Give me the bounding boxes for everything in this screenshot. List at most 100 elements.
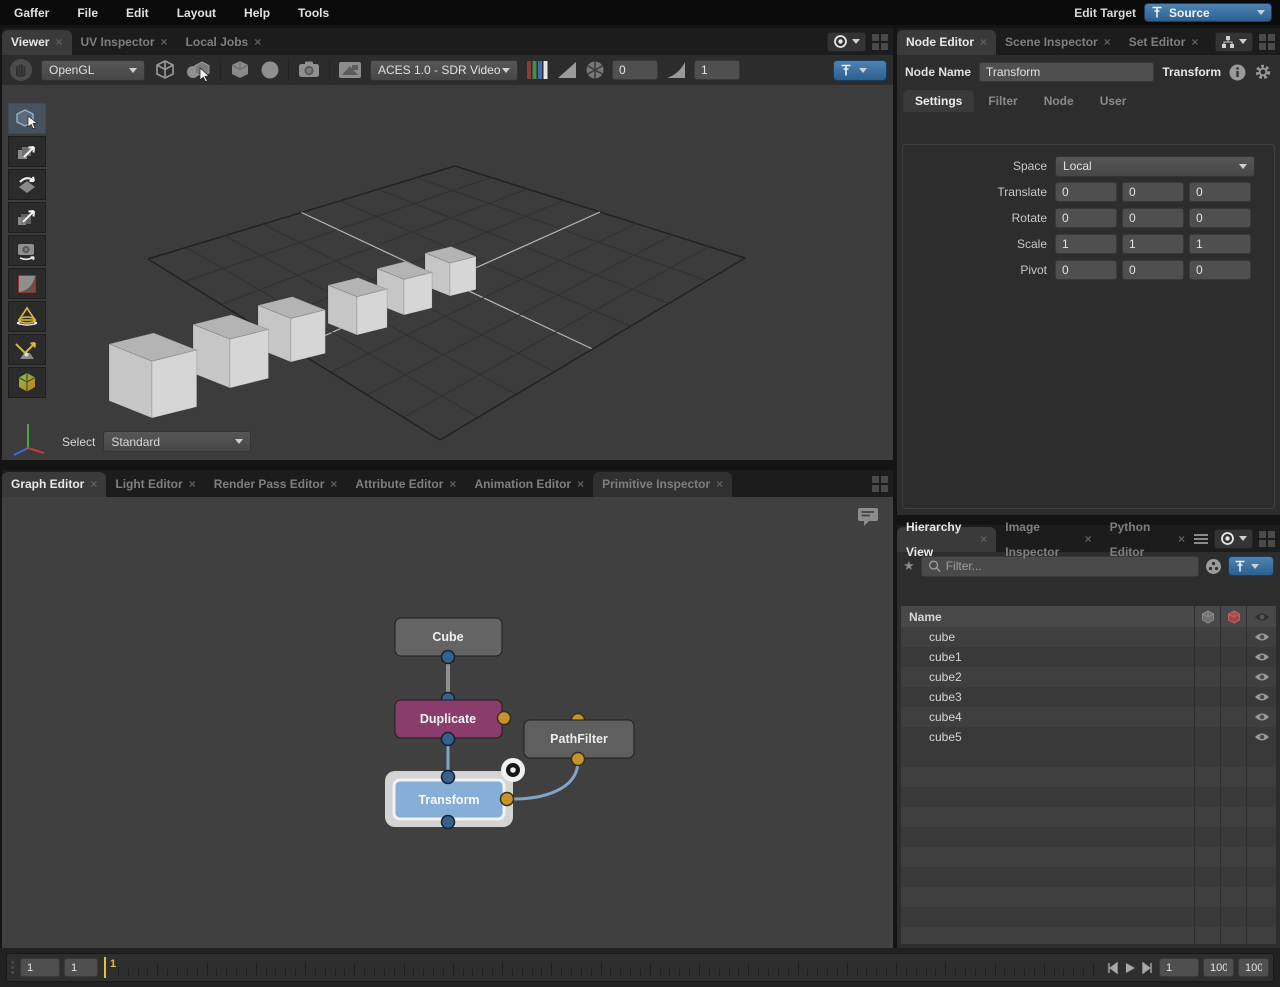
current-frame-input[interactable] bbox=[64, 958, 98, 977]
skip-start-icon[interactable] bbox=[1105, 961, 1119, 975]
hierarchy-row-cube[interactable]: cube bbox=[901, 627, 1276, 647]
subtab-settings[interactable]: Settings bbox=[903, 90, 975, 112]
exclusions-cell[interactable] bbox=[1220, 647, 1246, 667]
port-out[interactable] bbox=[570, 751, 586, 767]
tab-attribute-editor[interactable]: Attribute Editor × bbox=[346, 472, 465, 497]
inclusions-cell[interactable] bbox=[1194, 727, 1220, 747]
port-filter[interactable] bbox=[499, 791, 515, 807]
visibility-toggle[interactable] bbox=[1246, 627, 1276, 647]
inclusions-column-icon[interactable] bbox=[1194, 606, 1220, 627]
exclusions-cell[interactable] bbox=[1220, 627, 1246, 647]
exclusions-cell[interactable] bbox=[1220, 667, 1246, 687]
menu-help[interactable]: Help bbox=[230, 6, 284, 20]
focus-menu-button[interactable] bbox=[827, 31, 866, 52]
gamma-icon[interactable] bbox=[665, 60, 687, 80]
close-icon[interactable]: × bbox=[1085, 527, 1092, 552]
subtab-user[interactable]: User bbox=[1088, 90, 1139, 112]
node-pathfilter[interactable]: PathFilter bbox=[523, 712, 635, 767]
play-icon[interactable] bbox=[1123, 961, 1137, 975]
edit-scope-tool-button[interactable] bbox=[8, 367, 46, 398]
filter-settings-icon[interactable] bbox=[1205, 558, 1222, 575]
visibility-toggle[interactable] bbox=[1246, 707, 1276, 727]
node-name-input[interactable] bbox=[979, 62, 1155, 82]
tab-viewer[interactable]: Viewer × bbox=[2, 30, 72, 55]
tab-uv-inspector[interactable]: UV Inspector × bbox=[72, 30, 177, 55]
end-frame-input[interactable] bbox=[1238, 958, 1269, 977]
close-icon[interactable]: × bbox=[577, 472, 584, 497]
tab-scene-inspector[interactable]: Scene Inspector × bbox=[996, 30, 1120, 55]
camera-icon[interactable] bbox=[296, 59, 322, 81]
subtab-node[interactable]: Node bbox=[1032, 90, 1086, 112]
close-icon[interactable]: × bbox=[330, 472, 337, 497]
exclusions-cell[interactable] bbox=[1220, 727, 1246, 747]
close-icon[interactable]: × bbox=[980, 30, 987, 55]
gear-icon[interactable] bbox=[1254, 63, 1272, 81]
layout-menu-icon[interactable] bbox=[1259, 33, 1275, 50]
port-out[interactable] bbox=[440, 731, 456, 747]
light-tool-button[interactable] bbox=[8, 301, 46, 332]
node-menu-button[interactable] bbox=[1215, 31, 1253, 52]
channels-icon[interactable] bbox=[525, 59, 549, 81]
close-icon[interactable]: × bbox=[1104, 30, 1111, 55]
port-out[interactable] bbox=[440, 814, 456, 830]
viewer-settings-pin-button[interactable] bbox=[833, 59, 887, 81]
translate-x-input[interactable] bbox=[1055, 182, 1117, 202]
layout-menu-icon[interactable] bbox=[872, 33, 888, 50]
tab-animation-editor[interactable]: Animation Editor × bbox=[465, 472, 593, 497]
close-icon[interactable]: × bbox=[55, 30, 62, 55]
rotate-tool-button[interactable] bbox=[8, 169, 46, 200]
hierarchy-pin-button[interactable] bbox=[1228, 556, 1274, 576]
drag-handle-icon[interactable] bbox=[11, 961, 14, 974]
menu-edit[interactable]: Edit bbox=[112, 6, 163, 20]
close-icon[interactable]: × bbox=[1191, 30, 1198, 55]
renderer-dropdown[interactable]: OpenGL bbox=[41, 59, 145, 81]
range-start-input[interactable] bbox=[20, 958, 60, 977]
solid-cube-icon[interactable] bbox=[228, 59, 252, 81]
layout-menu-icon[interactable] bbox=[872, 475, 888, 492]
skip-end-icon[interactable] bbox=[1141, 961, 1155, 975]
node-cube[interactable]: Cube bbox=[394, 617, 503, 665]
node-duplicate[interactable]: Duplicate bbox=[394, 691, 512, 747]
menu-file[interactable]: File bbox=[63, 6, 112, 20]
close-icon[interactable]: × bbox=[449, 472, 456, 497]
tab-render-pass-editor[interactable]: Render Pass Editor × bbox=[205, 472, 347, 497]
tab-hierarchy-view[interactable]: Hierarchy View × bbox=[897, 520, 997, 559]
list-icon[interactable] bbox=[1194, 533, 1208, 545]
hierarchy-row-cube3[interactable]: cube3 bbox=[901, 687, 1276, 707]
tab-node-editor[interactable]: Node Editor × bbox=[897, 30, 997, 55]
inclusions-cell[interactable] bbox=[1194, 647, 1220, 667]
close-icon[interactable]: × bbox=[716, 472, 723, 497]
gamma-input[interactable] bbox=[694, 60, 740, 80]
visibility-toggle[interactable] bbox=[1246, 687, 1276, 707]
aperture-icon[interactable] bbox=[585, 60, 605, 80]
tab-image-inspector[interactable]: Image Inspector × bbox=[996, 520, 1100, 559]
port-out[interactable] bbox=[440, 649, 456, 665]
close-icon[interactable]: × bbox=[980, 527, 987, 552]
exposure-input[interactable] bbox=[612, 60, 658, 80]
camera-tool-button[interactable] bbox=[8, 235, 46, 266]
range-end-input[interactable] bbox=[1203, 958, 1234, 977]
hierarchy-row-cube4[interactable]: cube4 bbox=[901, 707, 1276, 727]
frame-input[interactable] bbox=[1159, 958, 1199, 977]
node-graph-canvas[interactable]: Cube Duplicate PathFilter Transform bbox=[2, 497, 893, 948]
edit-target-dropdown[interactable]: Source bbox=[1144, 3, 1272, 22]
name-column-header[interactable]: Name bbox=[901, 610, 1194, 624]
film-gate-icon[interactable] bbox=[337, 60, 363, 80]
inclusions-cell[interactable] bbox=[1194, 687, 1220, 707]
subtab-filter[interactable]: Filter bbox=[976, 90, 1029, 112]
node-transform[interactable]: Transform bbox=[385, 758, 525, 830]
crop-window-tool-button[interactable] bbox=[8, 268, 46, 299]
rotate-z-input[interactable] bbox=[1189, 208, 1251, 228]
viewport-3d[interactable]: Select Standard bbox=[2, 85, 893, 460]
hierarchy-row-cube5[interactable]: cube5 bbox=[901, 727, 1276, 747]
select-mode-dropdown[interactable]: Standard bbox=[103, 431, 252, 452]
port-in[interactable] bbox=[440, 769, 456, 785]
scale-z-input[interactable] bbox=[1189, 234, 1251, 254]
tab-local-jobs[interactable]: Local Jobs × bbox=[177, 30, 271, 55]
hierarchy-row-cube2[interactable]: cube2 bbox=[901, 667, 1276, 687]
light-position-tool-button[interactable] bbox=[8, 334, 46, 365]
focus-menu-button[interactable] bbox=[1214, 528, 1253, 549]
close-icon[interactable]: × bbox=[1178, 527, 1185, 552]
space-dropdown[interactable]: Local bbox=[1055, 155, 1255, 177]
tab-python-editor[interactable]: Python Editor × bbox=[1101, 520, 1194, 559]
